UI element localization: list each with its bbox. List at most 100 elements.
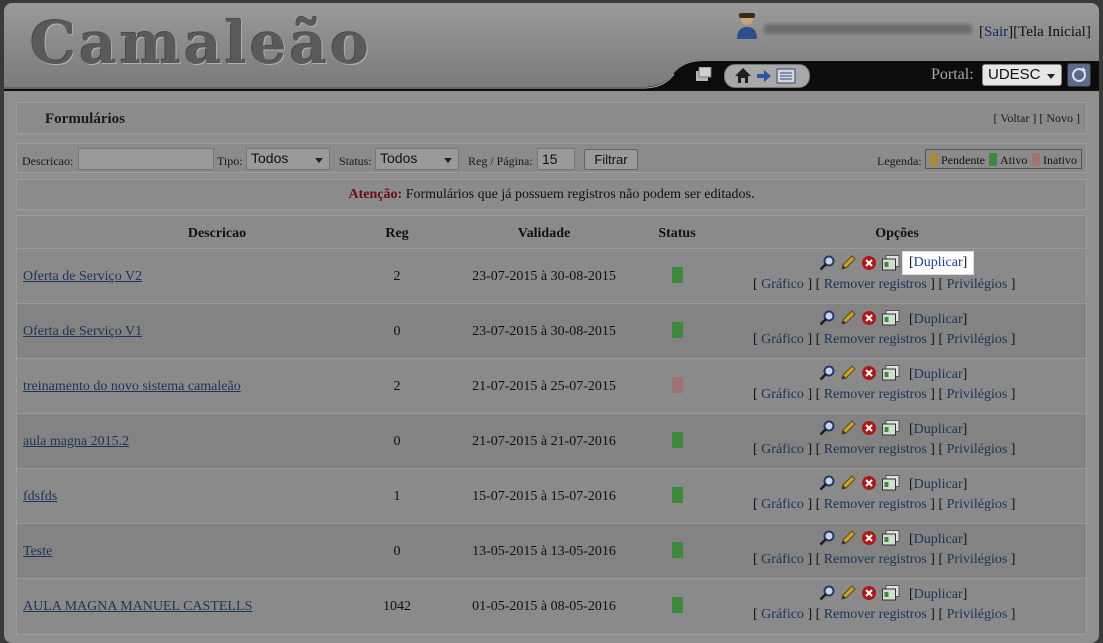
copy-icon[interactable] [882,530,900,546]
grafico-link[interactable]: Gráfico [761,552,804,567]
copy-icon[interactable] [882,475,900,491]
remover-registros-link[interactable]: Remover registros [824,552,927,567]
grafico-link[interactable]: Gráfico [761,387,804,402]
status-label: Status: [339,154,372,168]
reg-count: 2 [393,269,401,284]
descricao-input[interactable] [78,148,214,170]
delete-icon[interactable] [861,255,877,271]
delete-icon[interactable] [861,530,877,546]
privilegios-link[interactable]: Privilégios [947,552,1008,567]
view-icon[interactable] [819,475,835,491]
duplicar-link[interactable]: Duplicar [914,255,963,270]
table-row: Teste 0 13-05-2015 à 13-05-2016 [Duplicar] [… [17,523,1086,578]
title-links: [ Voltar ] [ Novo ] [993,111,1080,125]
form-description-link[interactable]: aula magna 2015.2 [23,434,129,450]
novo-link[interactable]: Novo [1046,111,1073,125]
copy-icon[interactable] [882,585,900,601]
form-description-link[interactable]: Teste [23,544,52,560]
view-icon[interactable] [819,310,835,326]
edit-icon[interactable] [840,420,856,436]
duplicar-link[interactable]: Duplicar [914,422,963,437]
filtrar-button[interactable]: Filtrar [584,149,638,170]
remover-registros-link[interactable]: Remover registros [824,442,927,457]
grafico-link[interactable]: Gráfico [761,277,804,292]
privilegios-link[interactable]: Privilégios [947,387,1008,402]
table-row: fdsfds 1 15-07-2015 à 15-07-2016 [Duplicar]… [17,468,1086,523]
status-select[interactable]: Todos [375,148,459,170]
windows-icon[interactable] [696,67,712,81]
delete-icon[interactable] [861,475,877,491]
sair-link[interactable]: Sair [984,24,1008,40]
edit-icon[interactable] [840,585,856,601]
duplicar-link[interactable]: Duplicar [914,367,963,382]
table-row: aula magna 2015.2 0 21-07-2015 à 21-07-201… [17,413,1086,468]
copy-icon[interactable] [882,365,900,381]
legend-swatch-inativo [1032,153,1040,166]
grafico-link[interactable]: Gráfico [761,332,804,347]
delete-icon[interactable] [861,365,877,381]
edit-icon[interactable] [840,255,856,271]
form-description-link[interactable]: fdsfds [23,489,57,505]
delete-icon[interactable] [861,420,877,436]
privilegios-link[interactable]: Privilégios [947,497,1008,512]
app-window: Camaleão [Sair][Tela Inicial] Portal: UD… [4,3,1099,643]
legend-label-inativo: Inativo [1043,153,1077,167]
user-icon [737,13,757,39]
reg-pagina-input[interactable] [537,148,575,170]
privilegios-link[interactable]: Privilégios [947,442,1008,457]
tipo-select[interactable]: Todos [246,148,330,170]
tela-inicial-link[interactable]: Tela Inicial [1018,24,1086,40]
edit-icon[interactable] [840,310,856,326]
forms-table: Descricao Reg Validade Status Opções Ofe… [16,215,1087,635]
copy-icon[interactable] [882,255,900,271]
privilegios-link[interactable]: Privilégios [947,332,1008,347]
delete-icon[interactable] [861,585,877,601]
duplicar-option: [Duplicar] [909,422,968,437]
remover-registros-link[interactable]: Remover registros [824,277,927,292]
form-description-link[interactable]: Oferta de Serviço V2 [23,269,142,285]
view-icon[interactable] [819,530,835,546]
grafico-link[interactable]: Gráfico [761,497,804,512]
home-icon[interactable] [734,67,752,84]
edit-icon[interactable] [840,530,856,546]
validade: 21-07-2015 à 21-07-2016 [472,434,616,449]
header: Camaleão [Sair][Tela Inicial] Portal: UD… [4,3,1099,91]
validade: 13-05-2015 à 13-05-2016 [472,544,616,559]
status-indicator [672,377,683,393]
view-icon[interactable] [819,585,835,601]
copy-icon[interactable] [882,420,900,436]
duplicar-link[interactable]: Duplicar [914,477,963,492]
delete-icon[interactable] [861,310,877,326]
view-icon[interactable] [819,255,835,271]
edit-icon[interactable] [840,475,856,491]
remover-registros-link[interactable]: Remover registros [824,332,927,347]
validade: 21-07-2015 à 25-07-2015 [472,379,616,394]
remover-registros-link[interactable]: Remover registros [824,497,927,512]
status-indicator [672,267,683,283]
form-description-link[interactable]: Oferta de Serviço V1 [23,324,142,340]
row-options: [ Gráfico ] [ Remover registros ] [ Priv… [753,552,1016,567]
portal-select[interactable]: UDESC [982,64,1062,86]
form-description-link[interactable]: AULA MAGNA MANUEL CASTELLS [23,599,252,615]
voltar-link[interactable]: Voltar [1000,111,1029,125]
form-description-link[interactable]: treinamento do novo sistema camaleão [23,379,241,395]
privilegios-link[interactable]: Privilégios [947,277,1008,292]
refresh-icon[interactable] [1067,63,1091,87]
reg-count: 1 [393,489,401,504]
remover-registros-link[interactable]: Remover registros [824,387,927,402]
row-options: [ Gráfico ] [ Remover registros ] [ Priv… [753,387,1016,402]
duplicar-link[interactable]: Duplicar [914,312,963,327]
view-icon[interactable] [819,365,835,381]
arrow-right-icon[interactable] [756,69,772,83]
list-icon[interactable] [776,68,796,84]
row-options: [ Gráfico ] [ Remover registros ] [ Priv… [753,607,1016,622]
view-icon[interactable] [819,420,835,436]
duplicar-link[interactable]: Duplicar [914,532,963,547]
duplicar-link[interactable]: Duplicar [914,587,963,602]
edit-icon[interactable] [840,365,856,381]
header-validade: Validade [517,226,571,241]
legend-swatch-pendente [930,153,938,166]
grafico-link[interactable]: Gráfico [761,442,804,457]
copy-icon[interactable] [882,310,900,326]
descricao-label: Descricao: [22,154,74,168]
